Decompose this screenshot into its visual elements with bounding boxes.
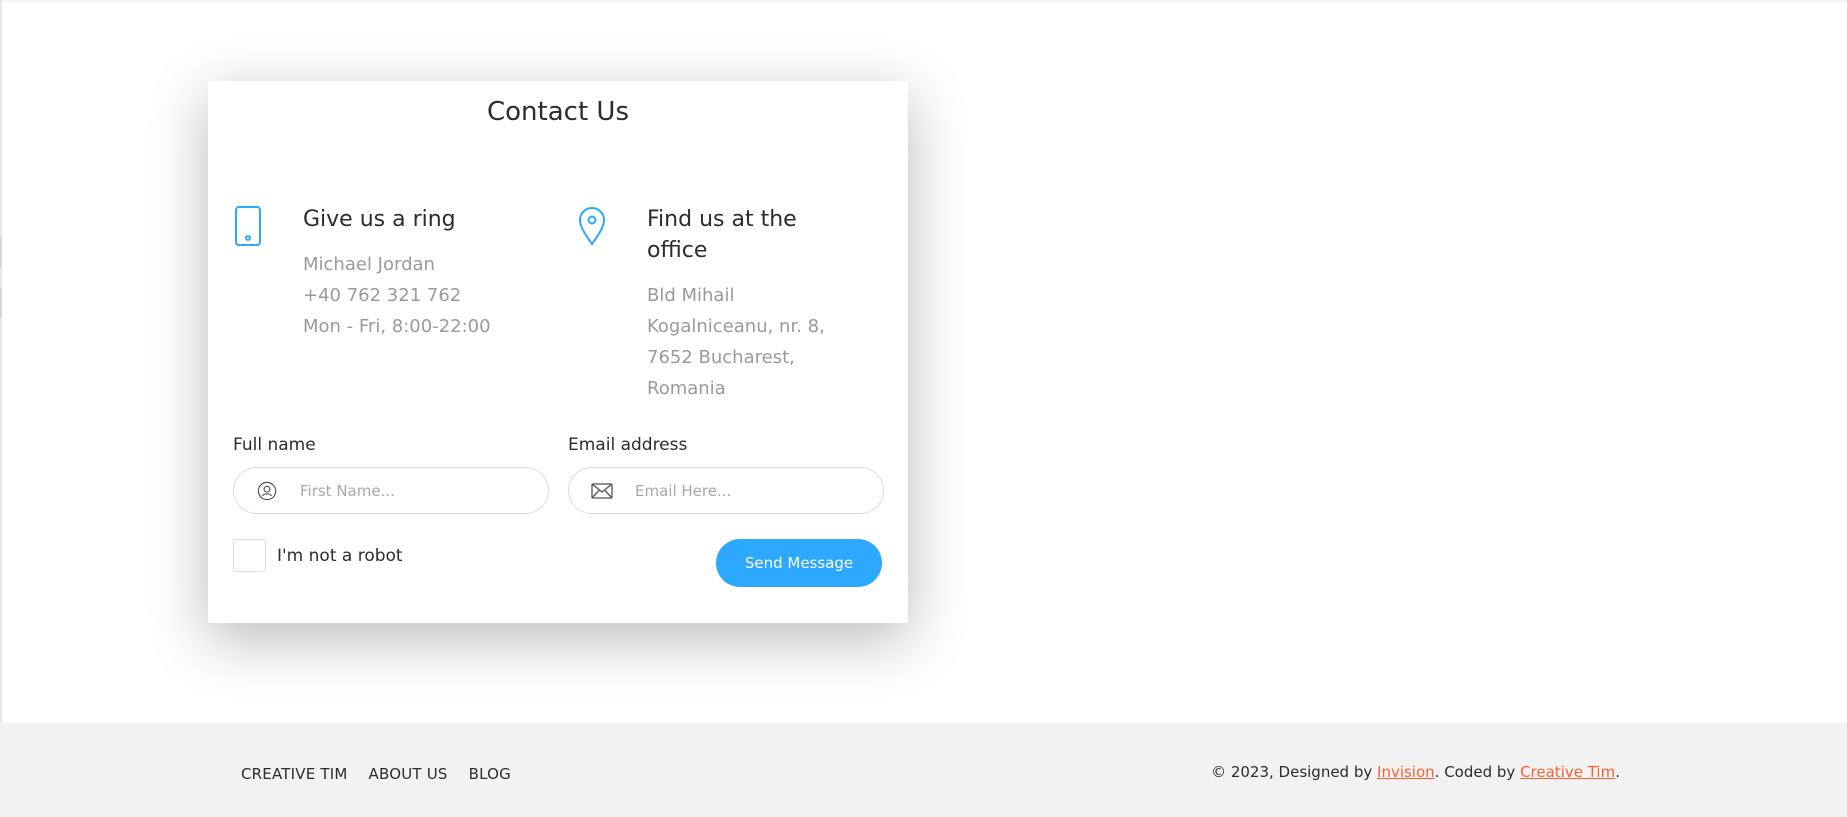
email-field: Email address (568, 431, 884, 514)
footer-link-creative-tim[interactable]: CREATIVE TIM (241, 765, 348, 783)
full-name-label: Full name (233, 435, 316, 455)
address-line: Romania (647, 378, 726, 399)
address-line: Kogalniceanu, nr. 8, (647, 316, 825, 337)
robot-label: I'm not a robot (277, 545, 403, 566)
rail-marker (0, 288, 2, 318)
contact-phone: +40 762 321 762 (303, 285, 462, 306)
footer-link-blog[interactable]: BLOG (469, 765, 511, 783)
address-line: Bld Mihail (647, 285, 735, 306)
contact-hours: Mon - Fri, 8:00-22:00 (303, 316, 491, 337)
creative-tim-link[interactable]: Creative Tim (1520, 763, 1615, 781)
copyright-prefix: © 2023, Designed by (1211, 763, 1378, 781)
office-body: Find us at the office Bld Mihail Kogalni… (647, 204, 857, 404)
page: Contact Us Give us a ring Michael Jordan… (0, 0, 1847, 817)
top-divider (0, 0, 1847, 2)
address-line: 7652 Bucharest, (647, 347, 795, 368)
phone-icon (232, 204, 264, 248)
footer-nav: CREATIVE TIM ABOUT US BLOG (241, 765, 511, 783)
contact-card: Contact Us Give us a ring Michael Jordan… (208, 81, 908, 623)
office-lines: Bld Mihail Kogalniceanu, nr. 8, 7652 Buc… (647, 280, 857, 404)
contact-name: Michael Jordan (303, 254, 435, 275)
full-name-input[interactable] (300, 468, 530, 513)
footer: CREATIVE TIM ABOUT US BLOG © 2023, Desig… (0, 723, 1847, 817)
send-message-button[interactable]: Send Message (716, 539, 882, 587)
robot-check[interactable]: I'm not a robot (233, 539, 403, 572)
robot-checkbox[interactable] (233, 539, 266, 572)
ring-lines: Michael Jordan +40 762 321 762 Mon - Fri… (303, 249, 553, 342)
ring-heading: Give us a ring (303, 207, 456, 232)
email-input-wrap[interactable] (568, 467, 884, 514)
rail-marker (0, 238, 2, 268)
envelope-icon (591, 481, 613, 501)
email-label: Email address (568, 435, 688, 455)
email-input[interactable] (635, 468, 865, 513)
user-circle-icon (256, 481, 278, 501)
full-name-field: Full name (233, 431, 549, 514)
map-pin-icon (576, 204, 608, 248)
card-title: Contact Us (487, 97, 629, 127)
invision-link[interactable]: Invision (1377, 763, 1435, 781)
full-name-input-wrap[interactable] (233, 467, 549, 514)
office-heading: Find us at the office (647, 207, 797, 263)
copyright-suffix: . (1615, 763, 1620, 781)
copyright: © 2023, Designed by Invision. Coded by C… (1211, 763, 1620, 781)
left-rail (0, 0, 2, 723)
ring-body: Give us a ring Michael Jordan +40 762 32… (303, 204, 553, 342)
footer-link-about-us[interactable]: ABOUT US (369, 765, 448, 783)
copyright-middle: . Coded by (1434, 763, 1521, 781)
